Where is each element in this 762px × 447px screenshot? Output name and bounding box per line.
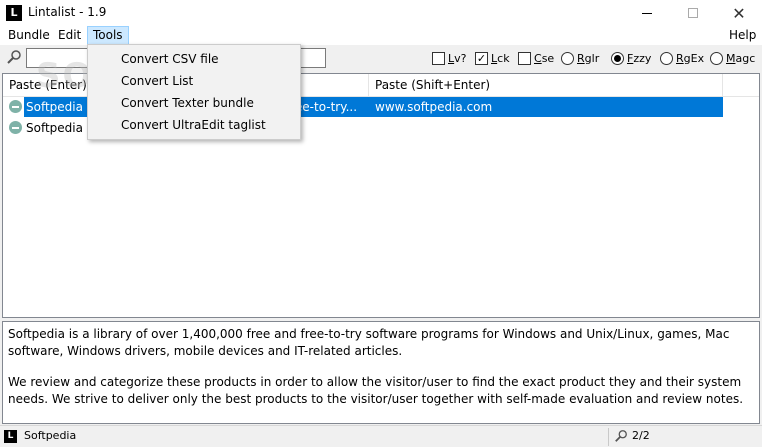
option-magc-label: Magc [726,51,756,65]
menu-item-convert-list[interactable]: Convert List [88,70,300,92]
bundle-logo-icon: L [4,430,17,443]
radio-magc[interactable] [710,51,723,65]
minimize-icon [642,12,652,14]
radio-fzzy[interactable] [611,51,624,65]
option-lv-label: Lv? [448,51,467,65]
menu-bar: Bundle Edit Tools Help [0,26,762,45]
option-fzzy[interactable]: Fzzy [611,50,651,66]
window-title: Lintalist - 1.9 [28,5,107,19]
option-magc[interactable]: Magc [710,50,755,66]
menu-edit[interactable]: Edit [53,26,86,45]
list-item-shift-paste: www.softpedia.com [375,100,493,114]
status-bundle-name: Softpedia [24,429,77,442]
checkbox-lv[interactable] [432,51,445,65]
search-icon [7,50,21,64]
snippet-preview[interactable]: Softpedia is a library of over 1,400,000… [2,321,760,424]
option-rgex-label: RgEx [676,51,705,65]
option-lck[interactable]: ✓ Lck [475,50,510,66]
preview-paragraph-2: We review and categorize these products … [8,375,744,406]
menu-item-convert-csv[interactable]: Convert CSV file [88,48,300,70]
radio-rglr[interactable] [561,51,574,65]
close-button[interactable]: ✕ [716,0,762,26]
bundle-item-icon [9,121,22,134]
app-logo-icon: L [6,5,22,21]
option-cse[interactable]: Cse [518,50,554,66]
maximize-button[interactable] [670,0,716,26]
menu-bundle[interactable]: Bundle [3,26,55,45]
menu-help[interactable]: Help [724,26,761,45]
radio-selected-dot [614,54,621,62]
option-rgex[interactable]: RgEx [660,50,704,66]
option-rglr[interactable]: Rglr [561,50,599,66]
status-divider [608,428,609,446]
option-rglr-label: Rglr [577,51,600,65]
tools-dropdown-menu: Convert CSV file Convert List Convert Te… [87,44,301,140]
menu-item-convert-texter[interactable]: Convert Texter bundle [88,92,300,114]
option-lck-label: Lck [491,51,510,65]
menu-item-convert-ultraedit[interactable]: Convert UltraEdit taglist [88,114,300,136]
status-bar: L Softpedia 2/2 [0,425,762,447]
radio-rgex[interactable] [660,51,673,65]
menu-tools[interactable]: Tools [87,26,129,45]
search-icon [615,430,627,442]
close-icon: ✕ [732,3,746,23]
checkbox-lck[interactable]: ✓ [475,51,488,65]
title-bar: L Lintalist - 1.9 ✕ [0,0,762,26]
column-header-paste-shift-enter[interactable]: Paste (Shift+Enter) [369,74,723,97]
option-lv[interactable]: Lv? [432,50,467,66]
maximize-icon [688,8,698,18]
minimize-button[interactable] [624,0,670,26]
preview-paragraph-1: Softpedia is a library of over 1,400,000… [8,327,730,358]
checkbox-cse[interactable] [518,51,531,65]
option-cse-label: Cse [534,51,555,65]
status-result-count: 2/2 [632,429,650,442]
bundle-item-icon [9,100,22,113]
option-fzzy-label: Fzzy [627,51,652,65]
